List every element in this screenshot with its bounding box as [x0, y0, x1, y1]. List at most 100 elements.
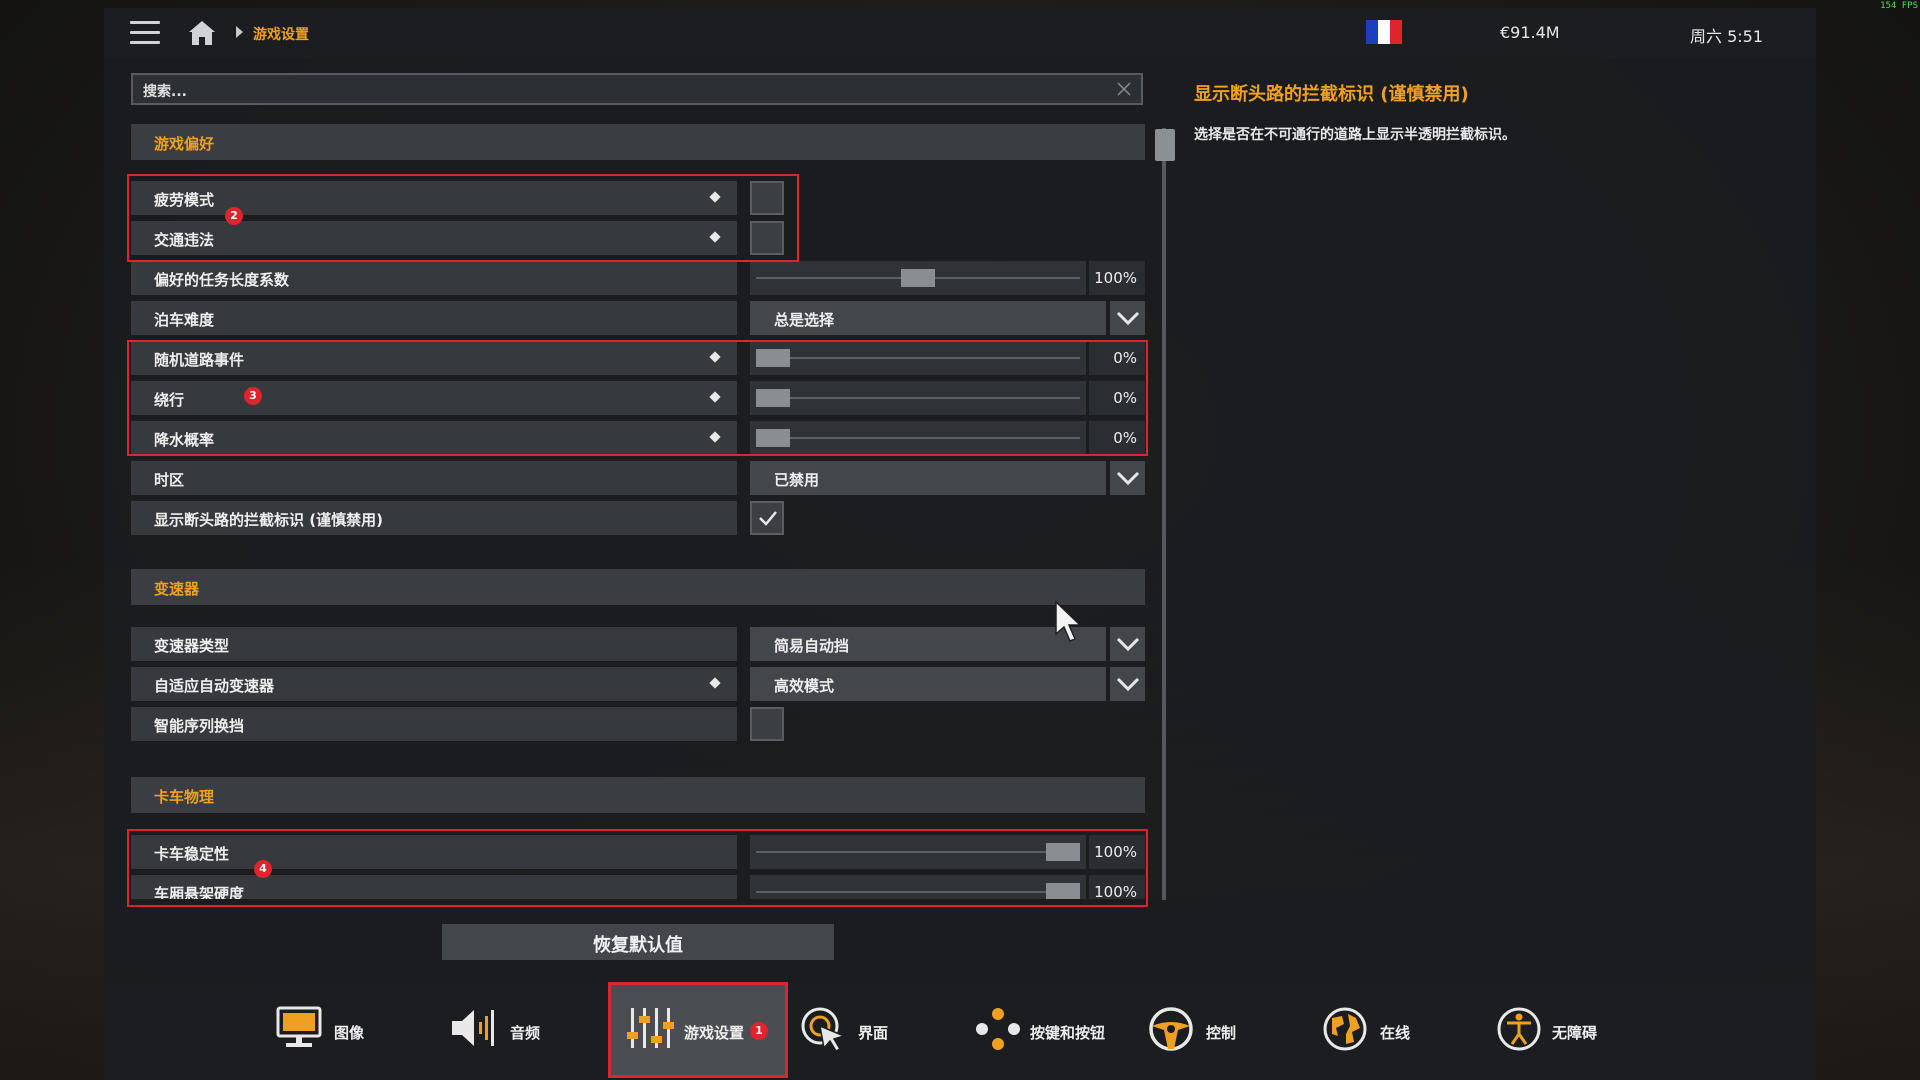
- value-rain: 0%: [1089, 421, 1145, 455]
- nav-label: 在线: [1380, 1024, 1411, 1042]
- breadcrumb-chevron-icon: [236, 26, 243, 38]
- top-bar: 游戏设置 €91.4M 周六 5:51: [104, 8, 1816, 58]
- setting-row-random-events[interactable]: 随机道路事件: [131, 341, 737, 375]
- setting-label: 绕行: [154, 391, 185, 409]
- nav-tab-gameplay[interactable]: 游戏设置 1: [622, 982, 782, 1078]
- setting-row-trans-type[interactable]: 变速器类型: [131, 627, 737, 661]
- slider-thumb[interactable]: [1046, 883, 1080, 899]
- value-cabin-susp: 100%: [1089, 875, 1145, 899]
- annotation-badge: 1: [750, 1022, 768, 1040]
- setting-row-detours[interactable]: 绕行: [131, 381, 737, 415]
- setting-row-job-length[interactable]: 偏好的任务长度系数: [131, 261, 737, 295]
- slider-thumb[interactable]: [756, 349, 790, 367]
- scrollbar-thumb[interactable]: [1155, 129, 1175, 161]
- diamond-icon: [709, 191, 721, 203]
- nav-tab-online[interactable]: 在线: [1320, 982, 1430, 1078]
- slider-track: [756, 397, 1080, 399]
- setting-row-parking[interactable]: 泊车难度: [131, 301, 737, 335]
- value-job-length: 100%: [1089, 261, 1145, 295]
- dropdown-value: 总是选择: [774, 311, 835, 329]
- slider-thumb[interactable]: [901, 269, 935, 287]
- fps-counter: 154 FPS: [1880, 1, 1918, 11]
- search-input[interactable]: 搜索...: [131, 73, 1143, 105]
- section-header-physics: 卡车物理: [131, 777, 1145, 813]
- dropdown-value: 高效模式: [774, 677, 835, 695]
- slider-random-events[interactable]: [750, 341, 1086, 375]
- nav-label: 音频: [510, 1024, 541, 1042]
- dropdown-trans-type-toggle[interactable]: [1110, 627, 1145, 661]
- dropdown-timezone-toggle[interactable]: [1110, 461, 1145, 495]
- setting-row-traffic-offense[interactable]: 交通违法: [131, 221, 737, 255]
- checkbox-traffic-offense[interactable]: [750, 221, 784, 255]
- search-placeholder: 搜索...: [143, 84, 187, 100]
- value-text: 0%: [1113, 349, 1137, 367]
- flag-stripe-blue: [1366, 20, 1378, 44]
- help-description: 选择是否在不可通行的道路上显示半透明拦截标识。: [1194, 127, 1516, 143]
- nav-label: 控制: [1206, 1024, 1237, 1042]
- nav-label: 无障碍: [1552, 1024, 1598, 1042]
- value-text: 100%: [1094, 843, 1137, 861]
- slider-thumb[interactable]: [756, 389, 790, 407]
- slider-track: [756, 851, 1080, 853]
- annotation-badge: 3: [244, 387, 262, 405]
- setting-label: 自适应自动变速器: [154, 677, 275, 695]
- slider-thumb[interactable]: [756, 429, 790, 447]
- nav-tab-audio[interactable]: 音频: [448, 982, 558, 1078]
- chevron-down-icon: [1116, 311, 1140, 326]
- nav-tab-controls[interactable]: 控制: [1146, 982, 1256, 1078]
- gamepad-buttons-icon: [976, 1008, 1020, 1050]
- checkbox-fatigue[interactable]: [750, 181, 784, 215]
- slider-job-length[interactable]: [750, 261, 1086, 295]
- value-detours: 0%: [1089, 381, 1145, 415]
- dropdown-timezone[interactable]: 已禁用: [750, 461, 1106, 495]
- setting-row-stability[interactable]: 卡车稳定性: [131, 835, 737, 869]
- section-header-prefs: 游戏偏好: [131, 124, 1145, 160]
- setting-row-timezone[interactable]: 时区: [131, 461, 737, 495]
- setting-label: 交通违法: [154, 231, 215, 249]
- money-balance: €91.4M: [1500, 23, 1560, 42]
- nav-tab-accessibility[interactable]: 无障碍: [1494, 982, 1614, 1078]
- setting-row-cabin-susp[interactable]: 车厢悬架硬度: [131, 875, 737, 899]
- dropdown-parking-toggle[interactable]: [1110, 301, 1145, 335]
- setting-label: 智能序列换挡: [154, 717, 245, 735]
- value-random-events: 0%: [1089, 341, 1145, 375]
- accessibility-icon: [1497, 1007, 1541, 1051]
- steering-wheel-icon: [1149, 1007, 1193, 1051]
- hamburger-menu-icon[interactable]: [130, 21, 160, 45]
- slider-thumb[interactable]: [1046, 843, 1080, 861]
- setting-row-fatigue[interactable]: 疲劳模式: [131, 181, 737, 215]
- checkbox-dead-end[interactable]: [750, 501, 784, 535]
- value-text: 0%: [1113, 389, 1137, 407]
- nav-tab-keys[interactable]: 按键和按钮: [972, 982, 1122, 1078]
- france-flag-icon: [1366, 20, 1402, 44]
- setting-row-adaptive[interactable]: 自适应自动变速器: [131, 667, 737, 701]
- slider-cabin-susp[interactable]: [750, 875, 1086, 899]
- reset-label: 恢复默认值: [593, 935, 683, 956]
- dropdown-adaptive-toggle[interactable]: [1110, 667, 1145, 701]
- setting-row-dead-end[interactable]: 显示断头路的拦截标识 (谨慎禁用): [131, 501, 737, 535]
- dropdown-trans-type[interactable]: 简易自动挡: [750, 627, 1106, 661]
- breadcrumb[interactable]: 游戏设置: [253, 24, 309, 44]
- speaker-icon: [452, 1010, 494, 1046]
- diamond-icon: [709, 677, 721, 689]
- scrollbar-track[interactable]: [1162, 128, 1166, 900]
- nav-tab-interface[interactable]: 界面: [798, 982, 908, 1078]
- nav-label: 游戏设置: [684, 1024, 745, 1042]
- slider-rain[interactable]: [750, 421, 1086, 455]
- checkbox-smart-seq[interactable]: [750, 707, 784, 741]
- slider-stability[interactable]: [750, 835, 1086, 869]
- dropdown-adaptive[interactable]: 高效模式: [750, 667, 1106, 701]
- home-icon[interactable]: [188, 20, 216, 46]
- slider-detours[interactable]: [750, 381, 1086, 415]
- nav-label: 图像: [334, 1024, 365, 1042]
- clear-search-icon[interactable]: [1115, 80, 1133, 98]
- reset-defaults-button[interactable]: 恢复默认值: [442, 924, 834, 960]
- dropdown-parking[interactable]: 总是选择: [750, 301, 1106, 335]
- diamond-icon: [709, 391, 721, 403]
- diamond-icon: [709, 431, 721, 443]
- setting-row-smart-seq[interactable]: 智能序列换挡: [131, 707, 737, 741]
- nav-tab-graphics[interactable]: 图像: [270, 982, 380, 1078]
- setting-row-rain[interactable]: 降水概率: [131, 421, 737, 455]
- flag-stripe-red: [1390, 20, 1402, 44]
- nav-label: 按键和按钮: [1030, 1024, 1106, 1042]
